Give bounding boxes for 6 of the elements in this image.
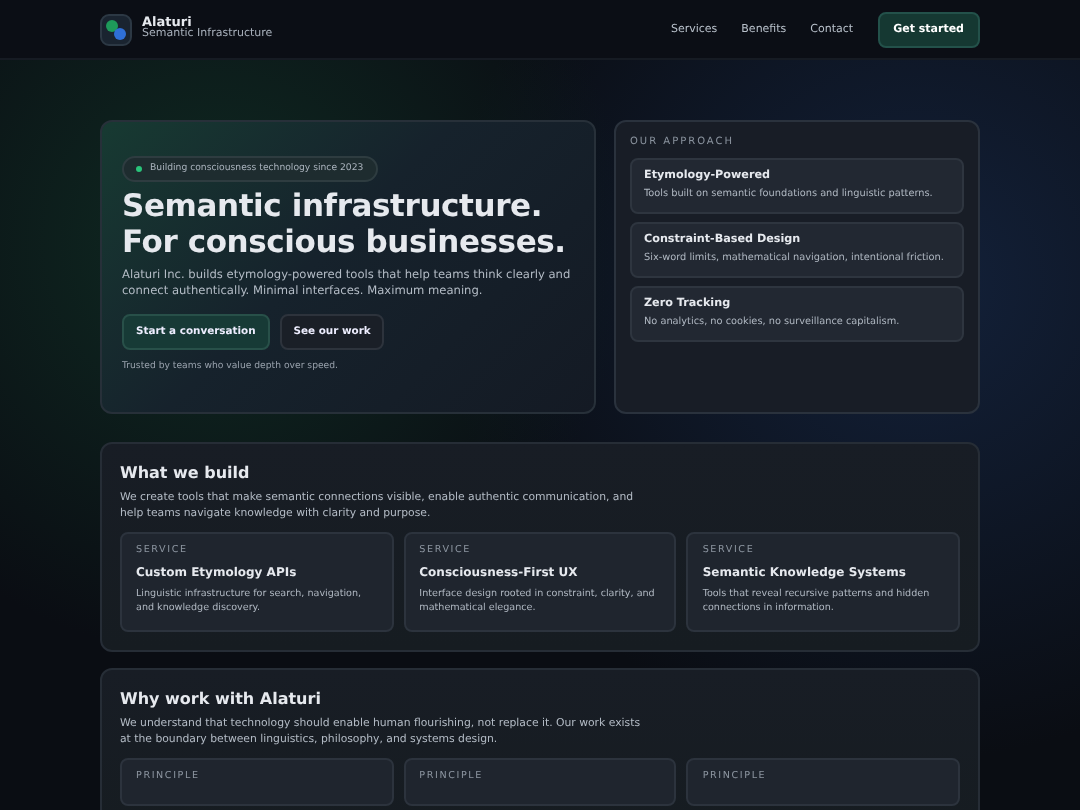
status-dot-icon [136,166,142,172]
logo-icon [100,13,132,45]
hero-title: For conscious businesses. [122,225,568,262]
section-title: What we build [120,464,252,482]
hero-title: Semantic infrastructure. [122,190,545,226]
section-title: Why work with Alaturi [120,689,323,708]
